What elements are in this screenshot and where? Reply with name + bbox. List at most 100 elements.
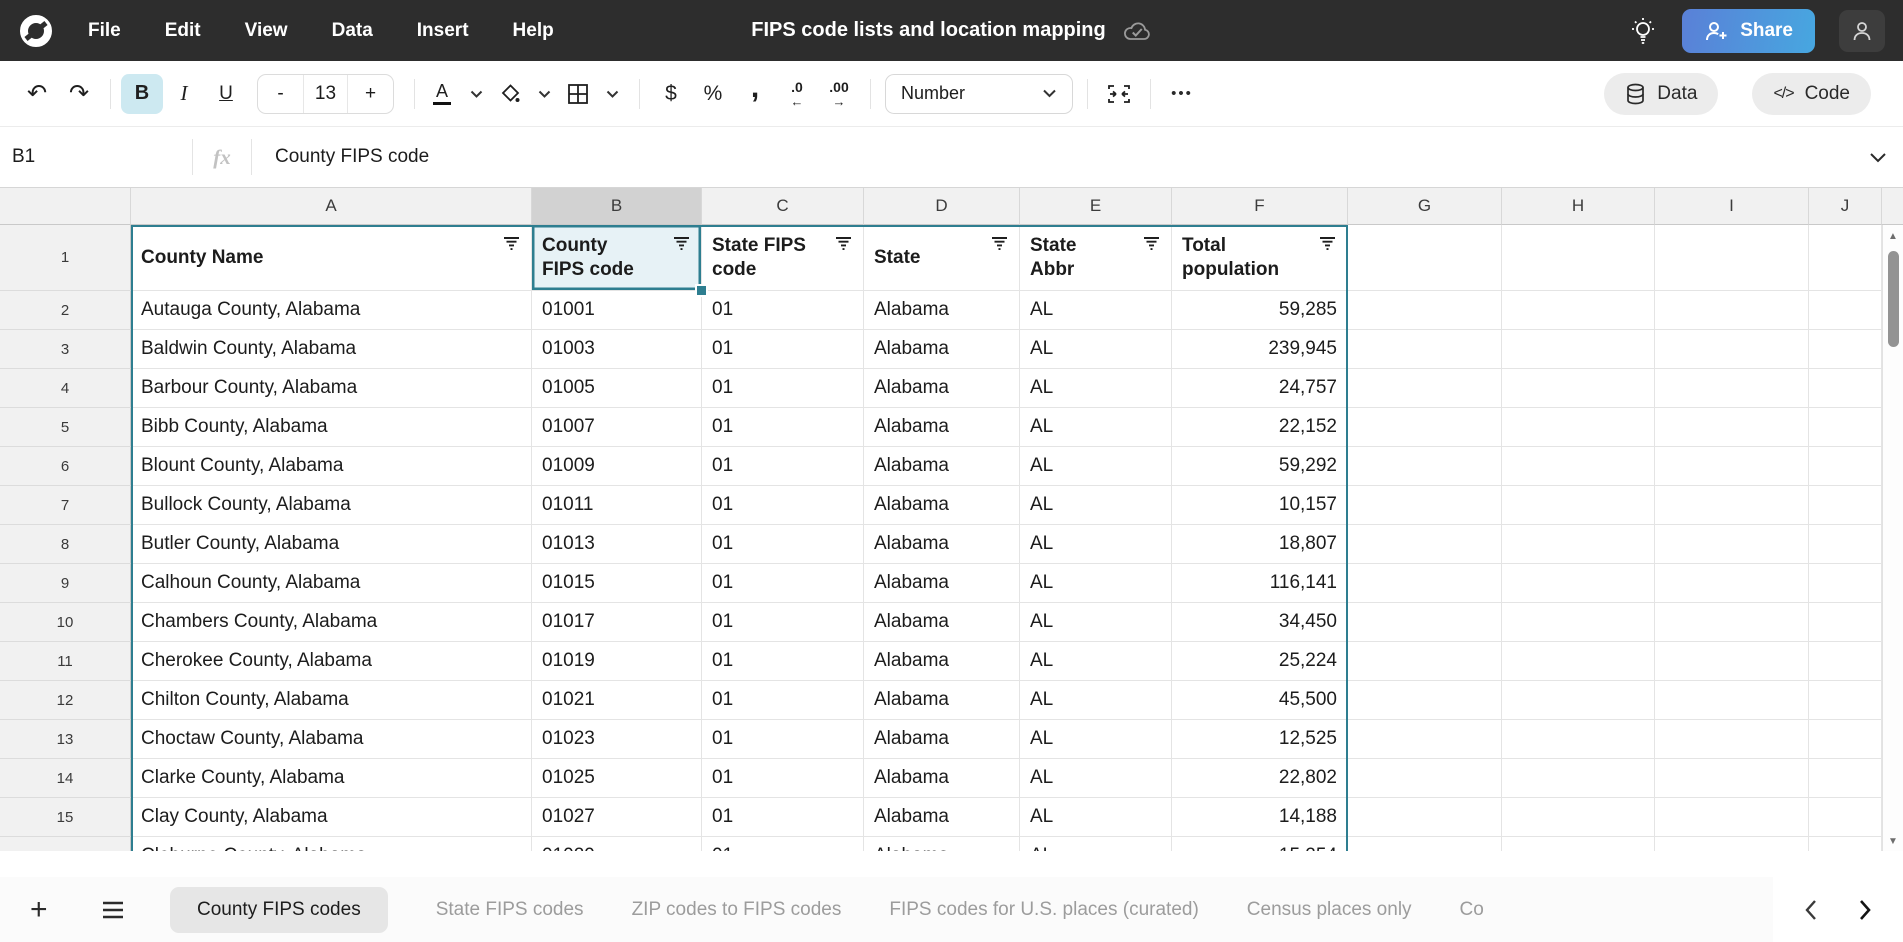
cell-F7[interactable]: 10,157 [1172, 486, 1348, 525]
empty-cell[interactable] [1502, 759, 1655, 798]
column-header-D[interactable]: D [864, 188, 1020, 225]
cell-A15[interactable]: Clay County, Alabama [131, 798, 532, 837]
app-logo-icon[interactable] [18, 13, 54, 49]
cell-E16[interactable]: AL [1020, 837, 1172, 851]
cell-B6[interactable]: 01009 [532, 447, 702, 486]
empty-cell[interactable] [1809, 837, 1882, 851]
row-number-13[interactable]: 13 [0, 720, 131, 759]
vertical-scrollbar-thumb[interactable] [1888, 251, 1899, 347]
underline-button[interactable]: U [205, 74, 247, 114]
column-header-I[interactable]: I [1655, 188, 1809, 225]
empty-cell[interactable] [1809, 225, 1882, 291]
cell-F6[interactable]: 59,292 [1172, 447, 1348, 486]
empty-cell[interactable] [1348, 642, 1502, 681]
empty-cell[interactable] [1502, 564, 1655, 603]
cell-C8[interactable]: 01 [702, 525, 864, 564]
column-header-J[interactable]: J [1809, 188, 1882, 225]
cell-C6[interactable]: 01 [702, 447, 864, 486]
cell-C12[interactable]: 01 [702, 681, 864, 720]
empty-cell[interactable] [1809, 525, 1882, 564]
cell-A7[interactable]: Bullock County, Alabama [131, 486, 532, 525]
scroll-down-icon[interactable]: ▼ [1883, 836, 1903, 847]
column-header-G[interactable]: G [1348, 188, 1502, 225]
filter-icon[interactable] [673, 234, 690, 257]
cell-D11[interactable]: Alabama [864, 642, 1020, 681]
row-number-1[interactable]: 1 [0, 225, 131, 291]
empty-cell[interactable] [1502, 642, 1655, 681]
menu-view[interactable]: View [245, 20, 288, 42]
column-header-A[interactable]: A [131, 188, 532, 225]
empty-cell[interactable] [1809, 642, 1882, 681]
menu-edit[interactable]: Edit [165, 20, 201, 42]
column-header-F[interactable]: F [1172, 188, 1348, 225]
empty-cell[interactable] [1655, 408, 1809, 447]
tabs-prev-icon[interactable] [1804, 899, 1817, 921]
percent-format-button[interactable]: % [692, 74, 734, 114]
cell-D4[interactable]: Alabama [864, 369, 1020, 408]
cell-D8[interactable]: Alabama [864, 525, 1020, 564]
row-number-12[interactable]: 12 [0, 681, 131, 720]
cell-E4[interactable]: AL [1020, 369, 1172, 408]
borders-button[interactable] [561, 74, 595, 114]
cell-B14[interactable]: 01025 [532, 759, 702, 798]
empty-cell[interactable] [1348, 798, 1502, 837]
row-number-11[interactable]: 11 [0, 642, 131, 681]
cell-A6[interactable]: Blount County, Alabama [131, 447, 532, 486]
cell-F5[interactable]: 22,152 [1172, 408, 1348, 447]
merge-cells-button[interactable] [1098, 74, 1140, 114]
cell-C9[interactable]: 01 [702, 564, 864, 603]
filter-icon[interactable] [835, 234, 852, 257]
empty-cell[interactable] [1502, 408, 1655, 447]
cell-E15[interactable]: AL [1020, 798, 1172, 837]
empty-cell[interactable] [1348, 720, 1502, 759]
column-header-H[interactable]: H [1502, 188, 1655, 225]
cell-A14[interactable]: Clarke County, Alabama [131, 759, 532, 798]
cell-E13[interactable]: AL [1020, 720, 1172, 759]
cell-A2[interactable]: Autauga County, Alabama [131, 291, 532, 330]
empty-cell[interactable] [1655, 369, 1809, 408]
cell-B12[interactable]: 01021 [532, 681, 702, 720]
empty-cell[interactable] [1655, 798, 1809, 837]
cell-F14[interactable]: 22,802 [1172, 759, 1348, 798]
undo-button[interactable]: ↶ [16, 74, 58, 114]
empty-cell[interactable] [1809, 798, 1882, 837]
cell-B10[interactable]: 01017 [532, 603, 702, 642]
cell-A10[interactable]: Chambers County, Alabama [131, 603, 532, 642]
empty-cell[interactable] [1348, 447, 1502, 486]
cell-E14[interactable]: AL [1020, 759, 1172, 798]
cell-F9[interactable]: 116,141 [1172, 564, 1348, 603]
cell-B5[interactable]: 01007 [532, 408, 702, 447]
cell-C3[interactable]: 01 [702, 330, 864, 369]
empty-cell[interactable] [1348, 225, 1502, 291]
cell-F8[interactable]: 18,807 [1172, 525, 1348, 564]
empty-cell[interactable] [1809, 369, 1882, 408]
formula-bar-expand-chevron-icon[interactable] [1869, 152, 1903, 163]
cell-B7[interactable]: 01011 [532, 486, 702, 525]
cell-A13[interactable]: Choctaw County, Alabama [131, 720, 532, 759]
empty-cell[interactable] [1655, 603, 1809, 642]
row-number-8[interactable]: 8 [0, 525, 131, 564]
menu-insert[interactable]: Insert [417, 20, 469, 42]
empty-cell[interactable] [1348, 525, 1502, 564]
currency-format-button[interactable]: $ [650, 74, 692, 114]
increase-decimal-button[interactable]: .00→ [818, 74, 860, 114]
formula-input[interactable]: County FIPS code [252, 146, 1869, 168]
cell-E6[interactable]: AL [1020, 447, 1172, 486]
empty-cell[interactable] [1655, 642, 1809, 681]
menu-file[interactable]: File [88, 20, 121, 42]
empty-cell[interactable] [1502, 603, 1655, 642]
vertical-scrollbar[interactable]: ▲ ▼ [1882, 225, 1903, 851]
row-number-6[interactable]: 6 [0, 447, 131, 486]
tab-county-fips-codes[interactable]: County FIPS codes [170, 887, 388, 933]
cell-B2[interactable]: 01001 [532, 291, 702, 330]
cell-F4[interactable]: 24,757 [1172, 369, 1348, 408]
empty-cell[interactable] [1348, 291, 1502, 330]
cell-D14[interactable]: Alabama [864, 759, 1020, 798]
empty-cell[interactable] [1502, 447, 1655, 486]
empty-cell[interactable] [1655, 525, 1809, 564]
scroll-up-icon[interactable]: ▲ [1883, 231, 1903, 242]
empty-cell[interactable] [1502, 681, 1655, 720]
empty-cell[interactable] [1809, 291, 1882, 330]
empty-cell[interactable] [1502, 486, 1655, 525]
redo-button[interactable]: ↷ [58, 74, 100, 114]
